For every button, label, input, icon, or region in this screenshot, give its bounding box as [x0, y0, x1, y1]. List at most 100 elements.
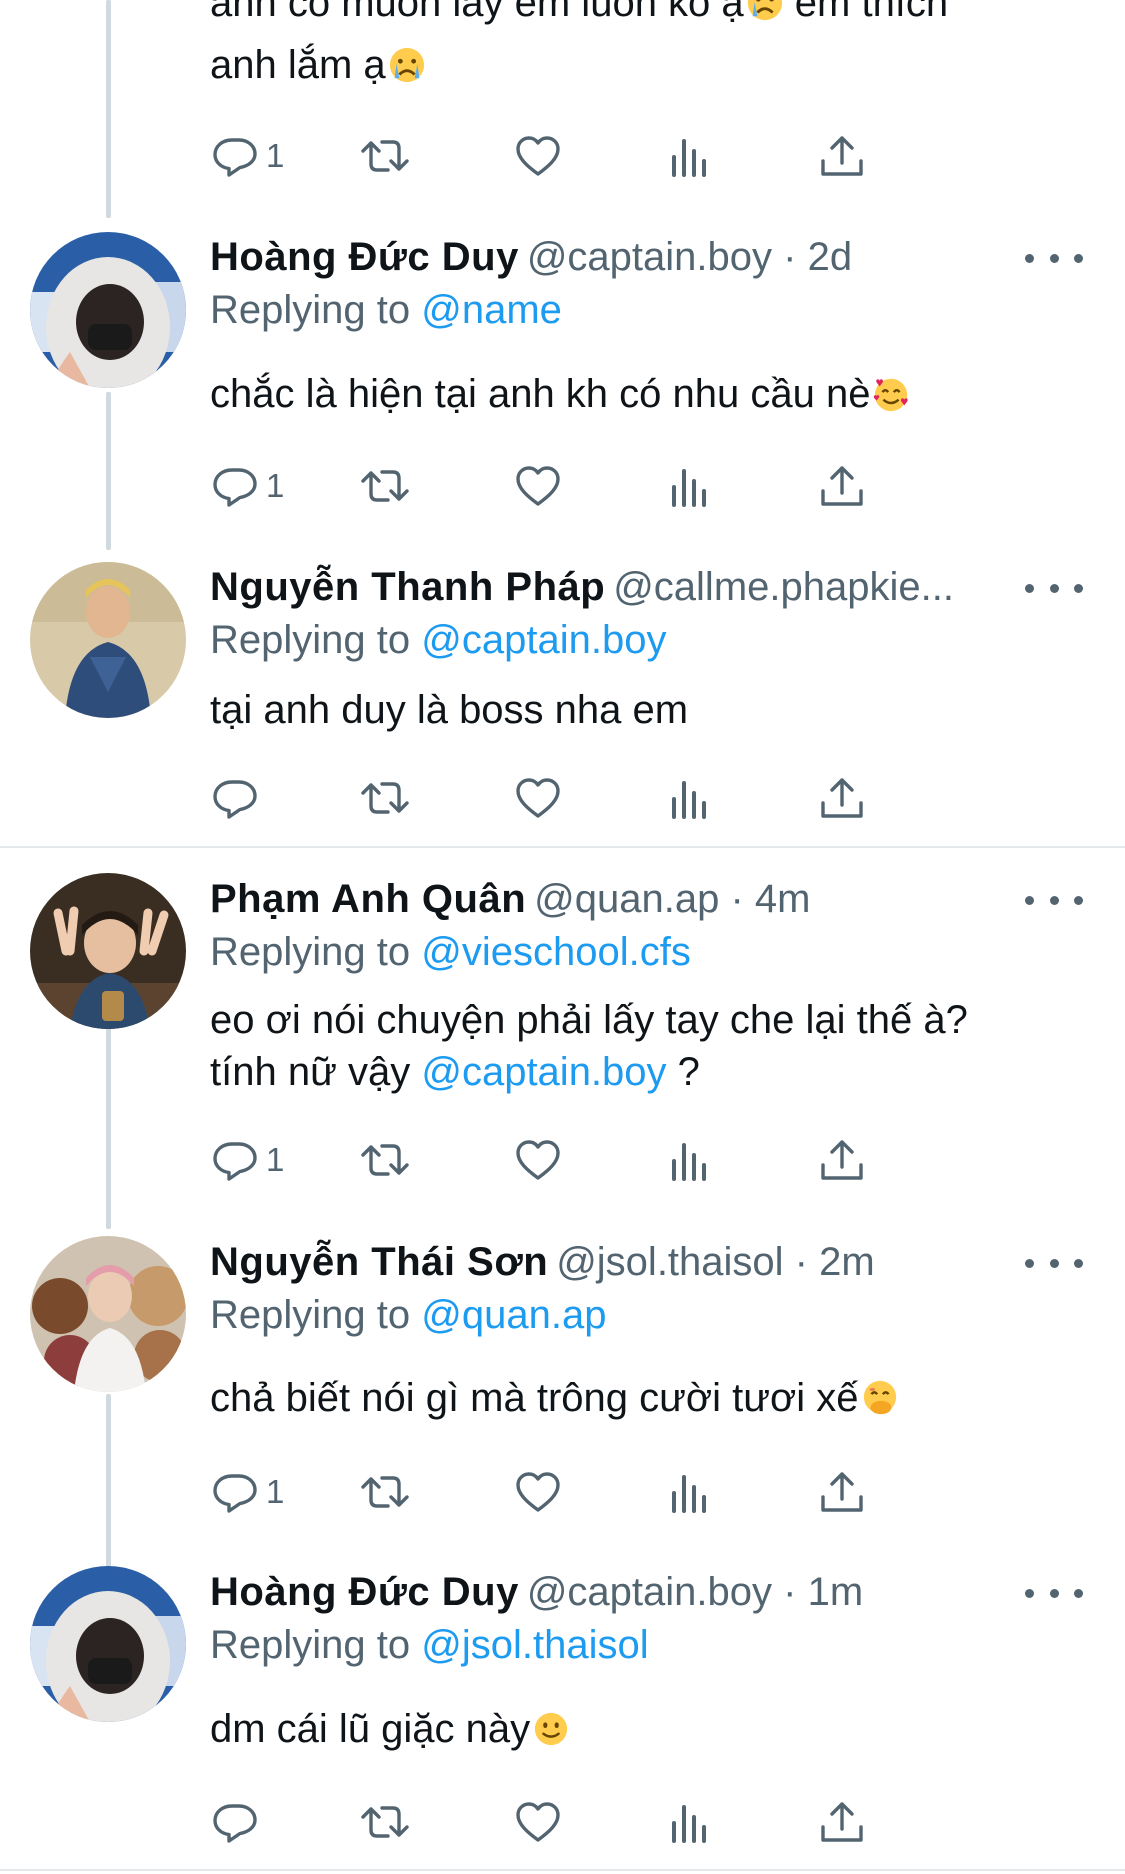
- inline-mention[interactable]: @captain.boy: [421, 1050, 666, 1094]
- reply-button[interactable]: 1: [210, 1462, 284, 1522]
- analytics-button[interactable]: [665, 768, 715, 828]
- author-name[interactable]: Nguyễn Thái Sơn: [210, 1240, 548, 1284]
- more-button[interactable]: [1025, 573, 1083, 603]
- author-handle-time[interactable]: @quan.ap · 4m: [534, 877, 810, 921]
- more-icon: [1025, 253, 1034, 263]
- replying-to: Replying to @vieschool.cfs: [210, 930, 691, 974]
- analytics-icon: [672, 1143, 706, 1181]
- share-icon: [821, 466, 863, 506]
- share-button[interactable]: [817, 126, 867, 186]
- smiling-face-with-hearts-emoji: [874, 378, 909, 412]
- replying-to-mention[interactable]: @name: [421, 288, 562, 332]
- reply-button[interactable]: 1: [210, 456, 284, 516]
- author-handle-time[interactable]: @captain.boy · 1m: [527, 1570, 863, 1614]
- avatar[interactable]: [30, 1236, 186, 1392]
- reply-button[interactable]: 1: [210, 1130, 284, 1190]
- retweet-button[interactable]: [360, 1792, 410, 1852]
- thread-line: [106, 1004, 111, 1229]
- retweet-icon: [361, 470, 409, 502]
- reply-count: 1: [266, 137, 285, 174]
- replying-to-mention[interactable]: @quan.ap: [421, 1293, 606, 1337]
- tweet-text-fragment: anh có muốn lấy em luôn ko ạ em thích an…: [210, 0, 1080, 96]
- avatar[interactable]: [30, 873, 186, 1029]
- retweet-button[interactable]: [360, 456, 410, 516]
- thread-line: [106, 0, 111, 218]
- analytics-icon: [672, 139, 706, 177]
- tweet-text: dm cái lũ giặc này: [210, 1703, 1070, 1755]
- thread-divider: [0, 846, 1125, 848]
- avatar[interactable]: [30, 1566, 186, 1722]
- tweet-actions: [210, 768, 1010, 828]
- like-icon: [516, 466, 560, 506]
- like-button[interactable]: [513, 456, 563, 516]
- avatar[interactable]: [30, 232, 186, 388]
- retweet-icon: [361, 782, 409, 814]
- tweet-text: chả biết nói gì mà trông cười tươi xế: [210, 1372, 1070, 1424]
- like-button[interactable]: [513, 126, 563, 186]
- reply-count: 1: [266, 1141, 285, 1178]
- more-button[interactable]: [1025, 243, 1083, 273]
- retweet-button[interactable]: [360, 126, 410, 186]
- share-button[interactable]: [817, 1130, 867, 1190]
- reply-icon: [213, 138, 257, 177]
- retweet-button[interactable]: [360, 1462, 410, 1522]
- more-icon: [1025, 895, 1034, 905]
- like-icon: [516, 778, 560, 818]
- replying-to-mention[interactable]: @vieschool.cfs: [421, 930, 691, 974]
- share-icon: [821, 1472, 863, 1512]
- replying-to-mention[interactable]: @jsol.thaisol: [421, 1623, 648, 1667]
- more-button[interactable]: [1025, 885, 1083, 915]
- like-button[interactable]: [513, 768, 563, 828]
- reply-button[interactable]: [210, 768, 266, 828]
- analytics-button[interactable]: [665, 1792, 715, 1852]
- share-icon: [821, 778, 863, 818]
- tweet-header: Nguyễn Thái Sơn @jsol.thaisol · 2m: [210, 1237, 1085, 1287]
- tweet-header: Nguyễn Thanh Pháp @callme.phapkie...: [210, 562, 1085, 612]
- analytics-button[interactable]: [665, 1462, 715, 1522]
- replying-to-mention[interactable]: @captain.boy: [421, 618, 666, 662]
- replying-to: Replying to @quan.ap: [210, 1293, 607, 1337]
- reply-button[interactable]: [210, 1792, 266, 1852]
- like-icon: [516, 1140, 560, 1180]
- analytics-button[interactable]: [665, 126, 715, 186]
- like-icon: [516, 1802, 560, 1842]
- thread-line: [106, 392, 111, 550]
- avatar[interactable]: [30, 562, 186, 718]
- replying-to: Replying to @captain.boy: [210, 618, 667, 662]
- tweet-text: tại anh duy là boss nha em: [210, 688, 689, 732]
- author-handle-time[interactable]: @captain.boy · 2d: [527, 235, 852, 279]
- reply-button[interactable]: 1: [210, 126, 284, 186]
- author-name[interactable]: Hoàng Đức Duy: [210, 1570, 519, 1614]
- analytics-button[interactable]: [665, 1130, 715, 1190]
- retweet-icon: [361, 140, 409, 172]
- author-name[interactable]: Nguyễn Thanh Pháp: [210, 565, 605, 609]
- more-button[interactable]: [1025, 1578, 1083, 1608]
- reply-icon: [213, 1142, 257, 1181]
- author-handle-time[interactable]: @jsol.thaisol · 2m: [556, 1240, 874, 1284]
- author-handle-time[interactable]: @callme.phapkie...: [613, 565, 954, 609]
- reply-icon: [213, 468, 257, 507]
- author-name[interactable]: Hoàng Đức Duy: [210, 235, 519, 279]
- reply-icon: [213, 780, 257, 819]
- like-button[interactable]: [513, 1792, 563, 1852]
- more-button[interactable]: [1025, 1248, 1083, 1278]
- reply-icon: [213, 1474, 257, 1513]
- more-icon: [1025, 583, 1034, 593]
- retweet-button[interactable]: [360, 768, 410, 828]
- share-button[interactable]: [817, 1462, 867, 1522]
- tweet-text: eo ơi nói chuyện phải lấy tay che lại th…: [210, 998, 968, 1094]
- face-with-hand-over-mouth-emoji: [863, 1380, 896, 1415]
- retweet-button[interactable]: [360, 1130, 410, 1190]
- tweet-text: chắc là hiện tại anh kh có nhu cầu nè: [210, 368, 1070, 420]
- share-icon: [821, 136, 863, 176]
- like-button[interactable]: [513, 1130, 563, 1190]
- slightly-smiling-face-emoji: [535, 1712, 568, 1746]
- share-button[interactable]: [817, 456, 867, 516]
- author-name[interactable]: Phạm Anh Quân: [210, 877, 526, 921]
- like-icon: [516, 1472, 560, 1512]
- like-icon: [516, 136, 560, 176]
- share-button[interactable]: [817, 768, 867, 828]
- share-button[interactable]: [817, 1792, 867, 1852]
- analytics-button[interactable]: [665, 456, 715, 516]
- like-button[interactable]: [513, 1462, 563, 1522]
